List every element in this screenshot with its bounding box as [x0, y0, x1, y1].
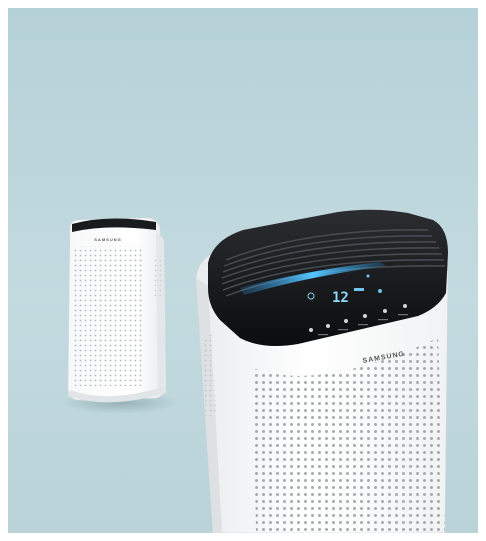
lock-icon [383, 309, 387, 313]
small-purifier-brand-logo: SAMSUNG [94, 237, 121, 242]
product-scene: SAMSUNG 12 SAMSUNG [67, 209, 449, 533]
small-air-purifier: SAMSUNG [67, 217, 167, 403]
large-air-purifier: 12 SAMSUNG [195, 209, 449, 533]
mode-icon [344, 319, 348, 323]
display-reading: 12 [332, 290, 349, 306]
timer-icon [363, 314, 367, 318]
product-photo-frame: SAMSUNG 12 SAMSUNG [8, 8, 478, 533]
power-icon [309, 328, 313, 332]
filter-reset-icon [403, 304, 407, 308]
fan-speed-icon [326, 324, 330, 328]
